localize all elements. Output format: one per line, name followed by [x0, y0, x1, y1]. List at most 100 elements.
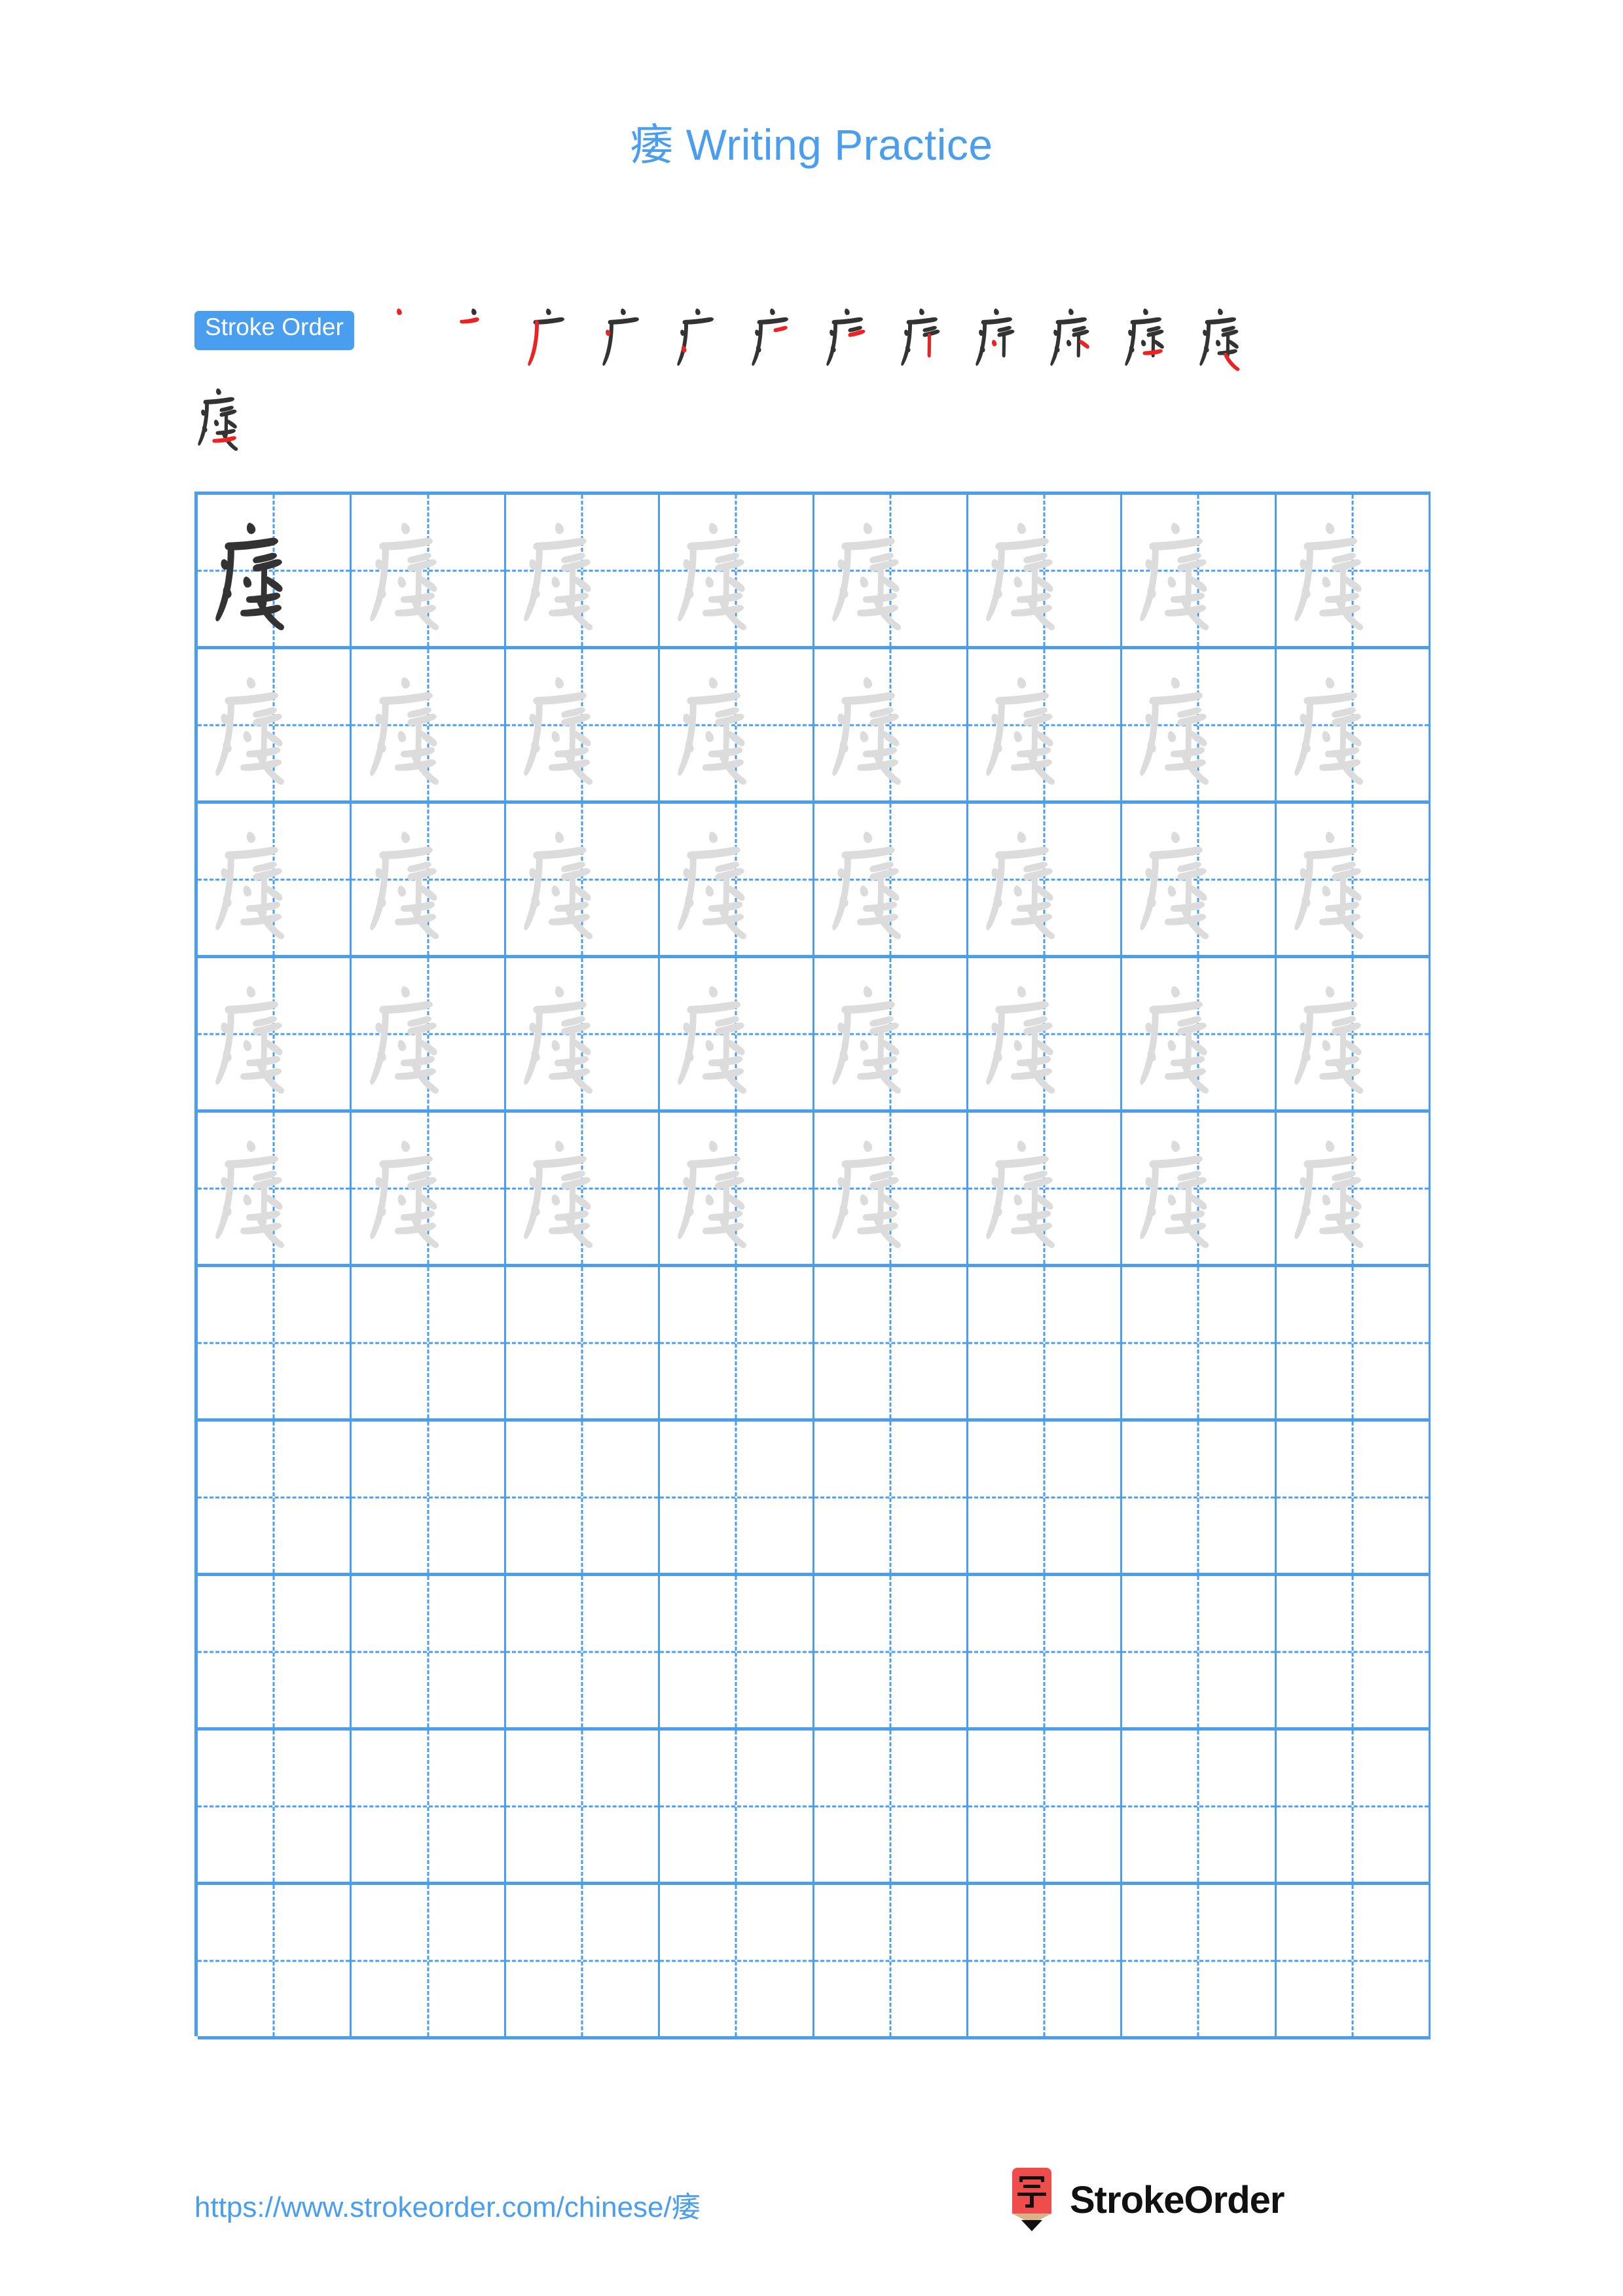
practice-cell[interactable]: [968, 804, 1123, 955]
practice-cell[interactable]: [352, 804, 506, 955]
practice-cell[interactable]: [1276, 1576, 1431, 1727]
practice-cell[interactable]: [1276, 1422, 1431, 1573]
practice-cell[interactable]: [968, 495, 1123, 646]
practice-cell[interactable]: [968, 958, 1123, 1109]
practice-row: [198, 1267, 1431, 1422]
practice-cell[interactable]: [1276, 1731, 1431, 1882]
practice-cell[interactable]: [660, 1113, 814, 1264]
practice-cell[interactable]: [1122, 1576, 1277, 1727]
practice-cell[interactable]: [1122, 1885, 1277, 2036]
practice-cell[interactable]: [505, 958, 661, 1109]
practice-cell[interactable]: [1122, 1422, 1277, 1573]
practice-cell[interactable]: [352, 958, 506, 1109]
practice-cell[interactable]: [814, 649, 968, 800]
practice-cell[interactable]: [505, 1885, 661, 2036]
practice-cell[interactable]: [352, 1267, 506, 1418]
practice-cell[interactable]: [1122, 958, 1277, 1109]
trace-character: [506, 495, 658, 646]
practice-cell[interactable]: [505, 1422, 661, 1573]
practice-cell[interactable]: [352, 1731, 506, 1882]
practice-cell[interactable]: [814, 495, 968, 646]
practice-cell[interactable]: [352, 495, 506, 646]
practice-cell[interactable]: [1122, 804, 1277, 955]
guide-horizontal-line: [968, 1496, 1121, 1498]
practice-cell[interactable]: [814, 958, 968, 1109]
guide-horizontal-line: [968, 1651, 1121, 1653]
practice-cell[interactable]: [968, 649, 1123, 800]
practice-cell[interactable]: [198, 1731, 352, 1882]
practice-cell[interactable]: [660, 1576, 814, 1727]
practice-cell[interactable]: [198, 1885, 352, 2036]
practice-cell[interactable]: [968, 1576, 1123, 1727]
practice-cell[interactable]: [660, 804, 814, 955]
practice-cell[interactable]: [814, 804, 968, 955]
practice-cell[interactable]: [352, 649, 506, 800]
practice-cell[interactable]: [1276, 1267, 1431, 1418]
practice-cell[interactable]: [198, 1422, 352, 1573]
practice-cell[interactable]: [660, 649, 814, 800]
practice-cell[interactable]: [1276, 958, 1431, 1109]
trace-character: [1122, 804, 1274, 955]
guide-horizontal-line: [814, 1960, 966, 1962]
practice-cell[interactable]: [968, 1113, 1123, 1264]
practice-cell[interactable]: [352, 1113, 506, 1264]
trace-character: [814, 495, 966, 646]
practice-cell[interactable]: [505, 1731, 661, 1882]
practice-cell[interactable]: [1122, 1113, 1277, 1264]
practice-cell[interactable]: [505, 495, 661, 646]
practice-cell[interactable]: [660, 1422, 814, 1573]
stroke-step-1: [375, 298, 450, 375]
practice-cell[interactable]: [505, 1113, 661, 1264]
trace-character: [352, 958, 503, 1109]
footer-url-link[interactable]: https://www.strokeorder.com/chinese/痿: [194, 2183, 701, 2225]
practice-cell[interactable]: [352, 1422, 506, 1573]
practice-cell[interactable]: [1276, 649, 1431, 800]
practice-cell[interactable]: [198, 495, 352, 646]
practice-cell[interactable]: [660, 495, 814, 646]
practice-cell[interactable]: [505, 804, 661, 955]
page-title-text: 痿 Writing Practice: [630, 120, 993, 169]
practice-cell[interactable]: [198, 1576, 352, 1727]
practice-cell[interactable]: [198, 1113, 352, 1264]
strokeorder-logo[interactable]: StrokeOrder: [1008, 2168, 1285, 2232]
guide-horizontal-line: [505, 1651, 659, 1653]
practice-cell[interactable]: [198, 649, 352, 800]
practice-cell[interactable]: [968, 1422, 1123, 1573]
practice-cell[interactable]: [814, 1885, 968, 2036]
practice-cell[interactable]: [814, 1731, 968, 1882]
practice-cell[interactable]: [1276, 495, 1431, 646]
practice-cell[interactable]: [968, 1267, 1123, 1418]
practice-cell[interactable]: [352, 1576, 506, 1727]
guide-horizontal-line: [1276, 1805, 1429, 1807]
practice-cell[interactable]: [1276, 804, 1431, 955]
practice-cell[interactable]: [814, 1576, 968, 1727]
practice-cell[interactable]: [198, 1267, 352, 1418]
practice-cell[interactable]: [1122, 649, 1277, 800]
practice-cell[interactable]: [814, 1422, 968, 1573]
practice-cell[interactable]: [968, 1885, 1123, 2036]
trace-character: [352, 495, 503, 646]
practice-cell[interactable]: [352, 1885, 506, 2036]
guide-horizontal-line: [505, 1805, 659, 1807]
practice-cell[interactable]: [1276, 1113, 1431, 1264]
practice-cell[interactable]: [968, 1731, 1123, 1882]
practice-row: [198, 1576, 1431, 1731]
guide-horizontal-line: [505, 1960, 659, 1962]
practice-cell[interactable]: [660, 1267, 814, 1418]
practice-cell[interactable]: [660, 958, 814, 1109]
stroke-order-row-2: [194, 378, 1438, 455]
practice-cell[interactable]: [660, 1731, 814, 1882]
practice-cell[interactable]: [1122, 495, 1277, 646]
practice-cell[interactable]: [660, 1885, 814, 2036]
practice-cell[interactable]: [198, 804, 352, 955]
practice-cell[interactable]: [198, 958, 352, 1109]
practice-cell[interactable]: [814, 1267, 968, 1418]
practice-cell[interactable]: [505, 1576, 661, 1727]
pencil-logo-icon: [1012, 2168, 1051, 2231]
practice-cell[interactable]: [505, 649, 661, 800]
practice-cell[interactable]: [1276, 1885, 1431, 2036]
practice-cell[interactable]: [1122, 1731, 1277, 1882]
practice-cell[interactable]: [814, 1113, 968, 1264]
practice-cell[interactable]: [1122, 1267, 1277, 1418]
practice-cell[interactable]: [505, 1267, 661, 1418]
